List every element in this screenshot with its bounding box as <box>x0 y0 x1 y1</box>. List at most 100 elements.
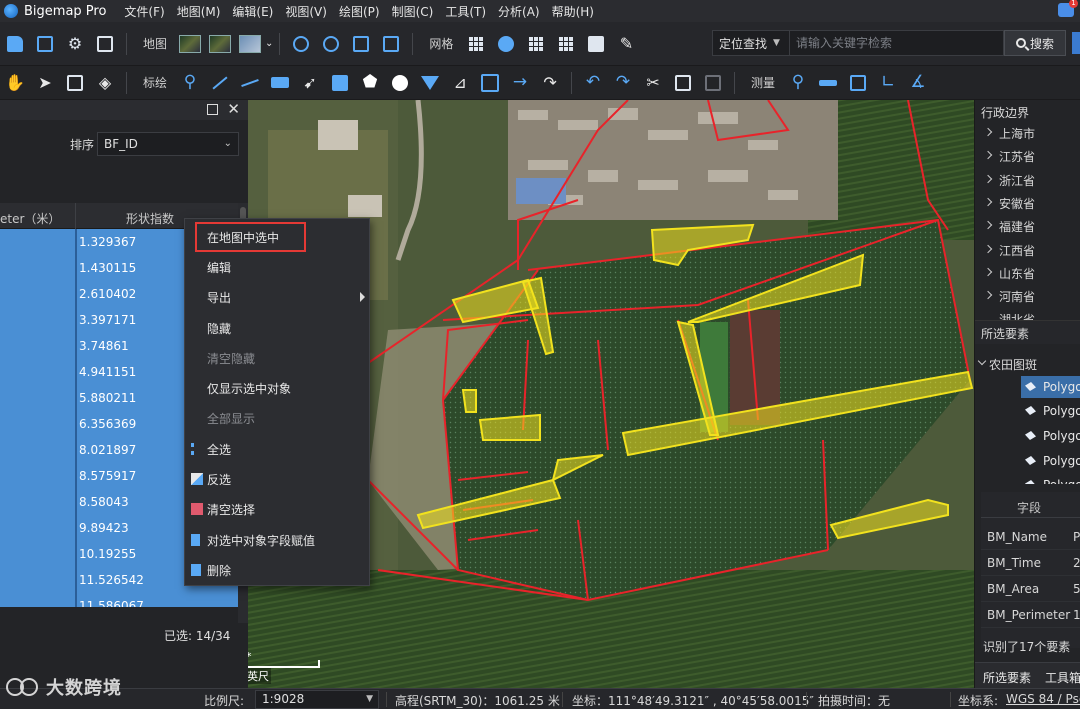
tree-root-farmland[interactable]: 农田图斑 <box>989 356 1037 373</box>
tree-item-province[interactable]: 上海市 <box>999 125 1035 142</box>
tree-item-polygon[interactable]: Polygon <box>1021 474 1080 484</box>
menu-item-clear-selection[interactable]: 清空选择 <box>185 494 369 524</box>
tile-grid-icon[interactable] <box>555 33 577 55</box>
image-icon[interactable] <box>94 33 116 55</box>
sort-select[interactable]: BF_ID ⌄ <box>97 132 239 156</box>
crs-link[interactable]: WGS 84 / Pse <box>1006 692 1080 706</box>
menu-tools[interactable]: 工具(T) <box>445 3 486 20</box>
sector-icon[interactable] <box>419 72 441 94</box>
menu-map[interactable]: 地图(M) <box>177 3 221 20</box>
save-icon[interactable] <box>34 33 56 55</box>
field-row[interactable]: BM_Name Pa <box>981 524 1080 550</box>
tree-item-province[interactable]: 江苏省 <box>999 148 1035 165</box>
map-source-dropdown-chevron-icon[interactable]: ⌄ <box>265 38 273 49</box>
measure-bearing-icon[interactable]: ∡ <box>907 72 929 94</box>
column-header-shape-index[interactable]: 形状指数 <box>126 210 174 227</box>
paste-icon[interactable] <box>702 72 724 94</box>
menu-item-select-all[interactable]: 全选 <box>185 434 369 464</box>
map-source-2-thumbnail[interactable] <box>209 33 232 55</box>
menu-item-delete[interactable]: 删除 <box>185 555 369 585</box>
map-source-3-thumbnail[interactable] <box>239 33 262 55</box>
zoom-extent-icon[interactable] <box>350 33 372 55</box>
tree-item-province[interactable]: 河南省 <box>999 288 1035 305</box>
full-extent-icon[interactable] <box>380 33 402 55</box>
redo-icon[interactable]: ↷ <box>612 72 634 94</box>
menu-edit[interactable]: 编辑(E) <box>232 3 273 20</box>
measure-point-icon[interactable]: ⚲ <box>787 72 809 94</box>
menu-view[interactable]: 视图(V) <box>285 3 327 20</box>
menu-help[interactable]: 帮助(H) <box>552 3 594 20</box>
table-row[interactable]: 11.586067 <box>0 593 238 607</box>
globe-grid-icon[interactable] <box>495 33 517 55</box>
menu-item-label: 清空隐藏 <box>207 351 256 366</box>
km-grid-icon[interactable] <box>525 33 547 55</box>
select-arrow-icon[interactable]: ➤ <box>34 72 56 94</box>
polyline-icon[interactable] <box>209 72 231 94</box>
field-row[interactable]: BM_Area 5 <box>981 576 1080 602</box>
column-divider[interactable] <box>75 203 76 229</box>
map-source-1-thumbnail[interactable] <box>179 33 202 55</box>
measure-area-icon[interactable] <box>847 72 869 94</box>
brush-icon[interactable]: ✎ <box>615 33 637 55</box>
tree-item-province[interactable]: 安徽省 <box>999 195 1035 212</box>
settings-gear-icon[interactable]: ⚙ <box>64 33 86 55</box>
menu-item-select-on-map[interactable]: 在地图中选中 <box>185 222 369 252</box>
menu-item-hide[interactable]: 隐藏 <box>185 313 369 343</box>
text-icon[interactable] <box>479 72 501 94</box>
pentagon-icon[interactable]: ⬟ <box>359 72 381 94</box>
scale-select[interactable]: 1:9028 ▼ <box>255 690 379 709</box>
menu-item-assign-field[interactable]: 对选中对象字段赋值 <box>185 525 369 555</box>
undo-icon[interactable]: ↶ <box>582 72 604 94</box>
tree-item-province[interactable]: 浙江省 <box>999 172 1035 189</box>
maximize-icon[interactable] <box>207 104 218 115</box>
locate-select[interactable]: 定位查找 ▼ <box>712 30 790 56</box>
search-button[interactable]: 搜索 <box>1004 30 1066 56</box>
zoom-out-icon[interactable] <box>320 33 342 55</box>
search-input[interactable] <box>790 30 1004 56</box>
cut-scissors-icon[interactable]: ✂ <box>642 72 664 94</box>
ruler-line-icon[interactable]: ⊿ <box>449 72 471 94</box>
column-header-perimeter[interactable]: eter（米） <box>0 210 60 227</box>
close-icon[interactable]: ✕ <box>227 101 240 117</box>
field-table-header: 字段 <box>981 492 1080 518</box>
circle-icon[interactable] <box>389 72 411 94</box>
curved-arrow-icon[interactable]: ↷ <box>539 72 561 94</box>
tab-toolbox[interactable]: 工具箱 <box>1045 669 1080 686</box>
tab-selected-features[interactable]: 所选要素 <box>983 669 1031 686</box>
folder-icon[interactable] <box>585 33 607 55</box>
menu-item-show-selected-only[interactable]: 仅显示选中对象 <box>185 373 369 403</box>
panel-toggle-button[interactable] <box>1072 32 1080 54</box>
measure-distance-icon[interactable] <box>817 72 839 94</box>
arrow-icon[interactable]: → <box>509 72 531 94</box>
menu-analysis[interactable]: 分析(A) <box>498 3 540 20</box>
freehand-icon[interactable]: ➹ <box>299 72 321 94</box>
select-image-icon[interactable] <box>64 72 86 94</box>
menu-item-edit[interactable]: 编辑 <box>185 252 369 282</box>
curve-icon[interactable] <box>239 72 261 94</box>
square-icon[interactable] <box>329 72 351 94</box>
menu-item-export[interactable]: 导出 <box>185 282 369 312</box>
tree-item-polygon[interactable]: Polygon <box>1021 376 1080 398</box>
menu-draw[interactable]: 绘图(P) <box>339 3 380 20</box>
select-layer-icon[interactable]: ◈ <box>94 72 116 94</box>
pan-hand-icon[interactable]: ✋ <box>4 72 26 94</box>
measure-angle-icon[interactable]: ∟ <box>877 72 899 94</box>
grid-icon[interactable] <box>465 33 487 55</box>
menu-cartography[interactable]: 制图(C) <box>392 3 434 20</box>
tree-item-province[interactable]: 江西省 <box>999 242 1035 259</box>
open-folder-icon[interactable] <box>4 33 26 55</box>
rectangle-icon[interactable] <box>269 72 291 94</box>
menu-item-invert-selection[interactable]: 反选 <box>185 464 369 494</box>
field-row[interactable]: BM_Perimeter14 <box>981 602 1080 628</box>
field-row[interactable]: BM_Time 20 <box>981 550 1080 576</box>
tree-item-polygon[interactable]: Polygon <box>1021 400 1080 422</box>
tree-item-province[interactable]: 山东省 <box>999 265 1035 282</box>
tree-item-province[interactable]: 福建省 <box>999 218 1035 235</box>
tree-item-polygon[interactable]: Polygon <box>1021 450 1080 472</box>
message-icon[interactable] <box>1058 0 1078 17</box>
menu-file[interactable]: 文件(F) <box>124 3 164 20</box>
marker-icon[interactable]: ⚲ <box>179 72 201 94</box>
zoom-in-icon[interactable] <box>290 33 312 55</box>
copy-icon[interactable] <box>672 72 694 94</box>
tree-item-polygon[interactable]: Polygon <box>1021 425 1080 447</box>
